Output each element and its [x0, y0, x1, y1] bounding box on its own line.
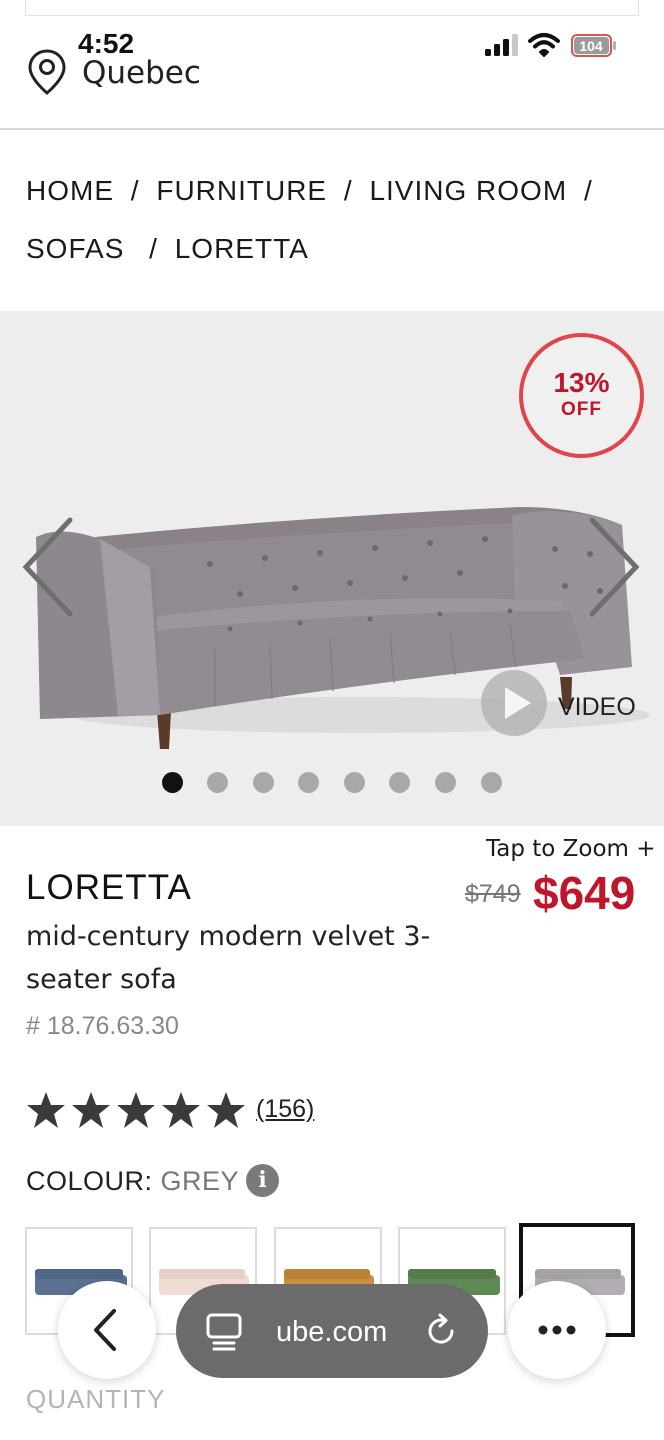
browser-more-button[interactable] — [508, 1281, 606, 1379]
pagination-dot[interactable] — [481, 772, 502, 793]
browser-url[interactable]: ube.com — [276, 1316, 387, 1349]
colour-value: GREY — [160, 1166, 240, 1196]
cellular-signal-icon — [485, 34, 518, 56]
breadcrumb-furniture[interactable]: FURNITURE — [156, 175, 327, 207]
gallery-pagination — [160, 772, 510, 794]
breadcrumb-sofas[interactable]: SOFAS — [26, 233, 124, 265]
location-pin-icon[interactable] — [27, 48, 67, 96]
star-icon — [27, 1092, 245, 1128]
breadcrumb-separator: / — [343, 175, 353, 206]
info-icon[interactable]: i — [246, 1164, 279, 1197]
header-divider — [0, 128, 664, 130]
pagination-dot[interactable] — [435, 772, 456, 793]
product-description: mid-century modern velvet 3-seater sofa — [26, 921, 431, 995]
original-price: $749 — [465, 880, 521, 908]
more-dots-icon — [538, 1325, 576, 1335]
colour-selection-label: COLOUR: GREY — [26, 1166, 239, 1197]
pagination-dot[interactable] — [207, 772, 228, 793]
breadcrumb-separator: / — [130, 175, 140, 206]
breadcrumb: HOME / FURNITURE / LIVING ROOM / — [26, 175, 646, 207]
video-label[interactable]: VIDEO — [558, 693, 636, 722]
product-name: LORETTA — [26, 868, 192, 907]
pagination-dot[interactable] — [253, 772, 274, 793]
breadcrumb-home[interactable]: HOME — [26, 175, 114, 207]
pagination-dot[interactable] — [344, 772, 365, 793]
pagination-dot[interactable] — [298, 772, 319, 793]
discount-off-label: OFF — [561, 399, 602, 420]
colour-label: COLOUR: — [26, 1166, 153, 1196]
pagination-dot[interactable] — [162, 772, 183, 793]
pagination-dot[interactable] — [389, 772, 410, 793]
battery-icon: 104 — [571, 34, 616, 57]
battery-level: 104 — [579, 38, 603, 54]
review-count-link[interactable]: (156) — [256, 1095, 314, 1124]
play-icon — [505, 687, 531, 719]
breadcrumb-current: LORETTA — [174, 233, 309, 264]
rating-stars[interactable] — [26, 1090, 248, 1132]
product-sku: # 18.76.63.30 — [26, 1012, 179, 1040]
browser-back-button[interactable] — [58, 1281, 156, 1379]
breadcrumb-separator: / — [149, 233, 158, 264]
tabs-icon[interactable] — [204, 1312, 244, 1352]
breadcrumb-line-2: SOFAS / LORETTA — [26, 233, 646, 265]
wifi-icon — [528, 33, 560, 57]
store-location[interactable]: Quebec — [82, 55, 201, 91]
quantity-label: QUANTITY — [26, 1384, 166, 1414]
sale-price: $649 — [533, 867, 636, 919]
breadcrumb-living-room[interactable]: LIVING ROOM — [369, 175, 567, 207]
discount-badge: 13% OFF — [519, 333, 644, 458]
chevron-left-icon — [94, 1309, 116, 1351]
discount-percent: 13% — [553, 367, 610, 398]
top-search-edge — [25, 0, 639, 16]
next-image-arrow-icon[interactable] — [584, 512, 644, 622]
video-play-button[interactable] — [481, 670, 547, 736]
tap-to-zoom[interactable]: Tap to Zoom + — [486, 836, 656, 862]
prev-image-arrow-icon[interactable] — [18, 512, 78, 622]
reload-icon[interactable] — [422, 1312, 460, 1350]
breadcrumb-separator: / — [583, 175, 593, 206]
